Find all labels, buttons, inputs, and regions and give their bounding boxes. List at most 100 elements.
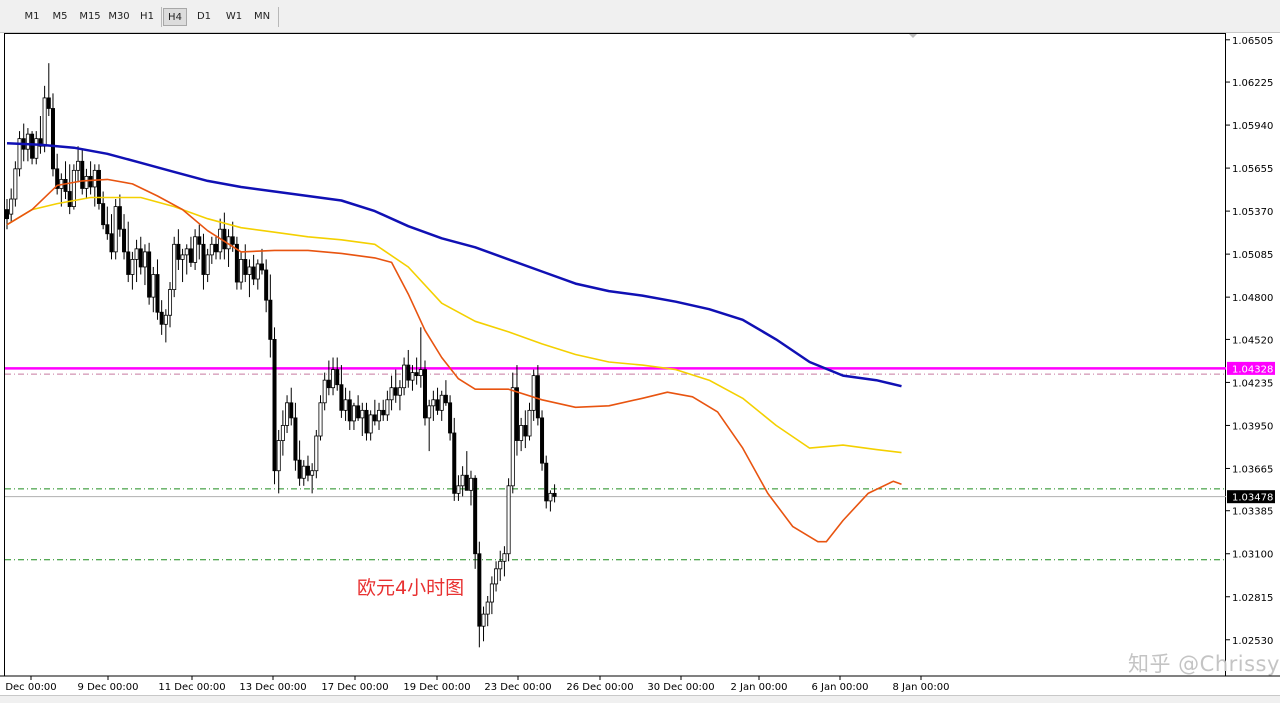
price-tick-label: 1.05940 xyxy=(1232,121,1273,132)
candle xyxy=(138,236,143,275)
price-tick-label: 1.03385 xyxy=(1232,507,1273,518)
candle xyxy=(280,410,285,456)
candle-body-down xyxy=(289,402,294,419)
candle xyxy=(130,251,135,290)
price-tick-label: 1.03950 xyxy=(1232,421,1273,432)
candle xyxy=(477,541,482,648)
price-tick-label: 1.04235 xyxy=(1232,378,1273,389)
candle-body-down xyxy=(372,414,377,422)
candle xyxy=(151,266,156,313)
candle xyxy=(448,395,453,441)
candle-body-down xyxy=(414,372,419,377)
candle-body-up xyxy=(134,248,139,260)
candle xyxy=(343,387,348,421)
time-tick-label: Dec 00:00 xyxy=(5,682,56,693)
candle xyxy=(71,164,76,210)
price-tick-label: 1.02530 xyxy=(1232,636,1273,647)
candle-body-up xyxy=(485,601,490,615)
candle-body-down xyxy=(356,405,361,419)
candle xyxy=(360,402,365,437)
candle xyxy=(347,390,352,430)
resistance-price-label: 1.04328 xyxy=(1232,364,1273,375)
candle xyxy=(406,349,411,388)
candle xyxy=(21,123,26,162)
candle xyxy=(159,300,164,335)
candle-body-down xyxy=(544,462,549,502)
candle xyxy=(247,259,252,298)
candle-body-up xyxy=(205,254,210,275)
candle-body-down xyxy=(448,402,453,434)
candle xyxy=(55,153,60,195)
candle xyxy=(506,478,511,562)
candle xyxy=(489,576,494,615)
eurusd-h4-chart: 1.06505 1.06225 1.05940 1.05655 1.05370 1.050… xyxy=(0,34,1280,693)
candle xyxy=(356,395,361,421)
candle xyxy=(552,484,557,503)
price-axis: 1.06505 1.06225 1.05940 1.05655 1.05370 1.050… xyxy=(1226,36,1273,647)
candle-body-down xyxy=(443,394,448,404)
candle-body-up xyxy=(385,399,390,416)
candle-body-down xyxy=(46,97,51,109)
candle-body-up xyxy=(322,379,327,404)
candle xyxy=(523,410,528,449)
candle xyxy=(38,116,43,154)
candle-body-up xyxy=(168,289,173,316)
candle-body-down xyxy=(422,369,427,419)
price-tick-label: 1.05370 xyxy=(1232,207,1273,218)
candle xyxy=(222,212,227,260)
candle xyxy=(540,410,545,471)
candle-body-up xyxy=(76,160,81,171)
candle-body-up xyxy=(209,243,214,256)
ma-mid-line xyxy=(6,196,902,454)
candle-body-up xyxy=(42,97,47,147)
candle-body-up xyxy=(151,274,156,298)
candle-body-up xyxy=(527,409,532,437)
candle xyxy=(126,221,131,283)
candle-body-up xyxy=(431,399,436,407)
price-tick-label: 1.04800 xyxy=(1232,293,1273,304)
candle-body-up xyxy=(548,492,553,502)
candle-body-up xyxy=(25,133,30,150)
candle xyxy=(452,417,457,501)
time-axis: Dec 00:00 9 Dec 00:00 11 Dec 00:00 13 Dec 0… xyxy=(0,675,1280,693)
candle xyxy=(297,440,302,486)
candle xyxy=(205,248,210,283)
candle-body-up xyxy=(343,399,348,411)
candle-body-up xyxy=(489,583,494,603)
candle-body-down xyxy=(297,459,302,479)
candle xyxy=(322,372,327,411)
candle-body-down xyxy=(109,233,114,253)
candle xyxy=(397,380,402,411)
candle xyxy=(34,131,39,165)
candle-body-down xyxy=(159,311,164,325)
candle-body-up xyxy=(130,259,135,275)
candle xyxy=(498,550,503,581)
candle-body-up xyxy=(506,485,511,555)
candle xyxy=(168,282,173,328)
candle xyxy=(117,194,122,237)
candle xyxy=(201,233,206,290)
chart-title: 欧元4小时图 xyxy=(357,577,464,599)
candle-body-down xyxy=(406,364,411,381)
candle-body-down xyxy=(96,169,101,204)
candle xyxy=(213,236,218,260)
time-tick-label: 19 Dec 00:00 xyxy=(403,682,470,693)
candle-body-down xyxy=(201,243,206,275)
candle xyxy=(113,199,118,260)
candle-body-up xyxy=(389,387,394,401)
candle xyxy=(96,164,101,210)
candle xyxy=(494,561,499,592)
candle-body-down xyxy=(264,269,269,301)
candle xyxy=(197,224,202,260)
candle xyxy=(193,229,198,270)
candle-body-down xyxy=(5,209,10,220)
candle-body-up xyxy=(456,485,461,494)
candle xyxy=(184,244,189,275)
candle xyxy=(527,402,532,441)
candle-body-up xyxy=(255,263,260,280)
candle xyxy=(460,466,465,497)
candle-body-down xyxy=(435,399,440,411)
candle xyxy=(318,395,323,441)
candle-body-down xyxy=(197,236,202,245)
candle-body-down xyxy=(67,191,72,207)
